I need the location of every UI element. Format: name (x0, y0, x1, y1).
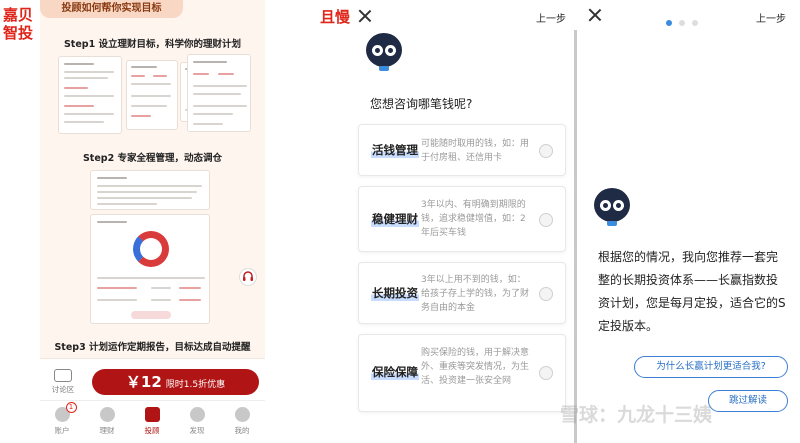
watermark: 雪球：九龙十三姨 (560, 404, 713, 426)
close-icon[interactable] (588, 8, 602, 22)
recommendation-message: 根据您的情况，我向您推荐一套完整的长期投资体系——长赢指数投资计划，您是每月定投… (598, 250, 786, 333)
bottom-tab-bar: 1 账户 理财 投顾 发现 我的 (40, 400, 265, 443)
chat-bubble-icon (54, 369, 72, 382)
rebalance-detail-card (90, 214, 210, 324)
panel-tag-jiabei: 嘉贝智投 (3, 6, 34, 42)
robo-advisor-avatar (594, 188, 630, 228)
panel-tag-qieman: 且慢 (320, 8, 351, 26)
tab-me-label: 我的 (234, 426, 250, 435)
step2-title: Step2 专家全程管理，动态调仓 (82, 153, 223, 164)
option-title: 稳健理财 (371, 211, 419, 227)
option-desc: 购买保险的钱，用于解决意外、重疾等突发情况，为生活、投资建一张安全网 (421, 348, 530, 386)
purchase-bar: 讨论区 ￥12 限时1.5折优惠 (40, 358, 265, 400)
goal-card-4 (187, 54, 251, 132)
step3-title: Step3 计划运作定期报告，目标达成自动提醒 (54, 342, 251, 353)
option-long-term-investment[interactable]: 长期投资 3年以上用不到的钱，如：给孩子存上学的钱，为了财务自由的本金 (358, 262, 566, 324)
divider-scrollbar (574, 30, 577, 443)
prev-step-button[interactable]: 上一步 (756, 10, 786, 25)
page-dot (679, 20, 685, 26)
account-icon: 1 (54, 402, 77, 422)
tab-account[interactable]: 1 账户 (42, 402, 82, 436)
rebalance-reason-card (90, 170, 210, 210)
buy-button[interactable]: ￥12 限时1.5折优惠 (92, 369, 259, 395)
page-dot (692, 20, 698, 26)
tab-advisor[interactable]: 投顾 (132, 407, 172, 436)
tab-wealth[interactable]: 理财 (87, 407, 127, 436)
tab-discover-label: 发现 (189, 426, 205, 435)
option-radio[interactable] (539, 287, 553, 301)
option-steady-wealth[interactable]: 稳健理财 3年以内、有明确到期限的钱，追求稳健增值，如：2年后买车钱 (358, 186, 566, 252)
option-title: 长期投资 (371, 285, 419, 301)
option-radio[interactable] (539, 144, 553, 158)
option-liquid-money[interactable]: 活钱管理 可能随时取用的钱，如：用于付房租、还信用卡 (358, 124, 566, 176)
customer-service-icon[interactable] (239, 268, 257, 286)
tab-wealth-label: 理财 (99, 426, 115, 435)
recommendation-panel: 上一步 根据您的情况，我向您推荐一套完整的长期投资体系——长赢指数投资计划，您是… (580, 0, 800, 443)
compass-icon (189, 407, 205, 422)
option-title: 保险保障 (371, 364, 419, 380)
question-text: 您想咨询哪笔钱呢? (370, 97, 473, 111)
jiabei-panel: 嘉贝智投 Step1 设立理财目标，科学你的理财计划 Step2 专家全程管理，… (0, 0, 273, 443)
buy-price: ￥12 (125, 373, 162, 391)
option-radio[interactable] (539, 366, 553, 380)
tab-account-label: 账户 (54, 426, 70, 435)
advisor-intro-content: Step1 设立理财目标，科学你的理财计划 Step2 专家全程管理，动态调仓 … (40, 0, 265, 358)
option-radio[interactable] (539, 213, 553, 227)
close-icon[interactable] (358, 9, 372, 23)
qieman-panel: 且慢 上一步 您想咨询哪笔钱呢? 活钱管理 可能随时取用的钱，如：用于付房租、还… (316, 0, 580, 443)
tab-discover[interactable]: 发现 (177, 407, 217, 436)
tab-me[interactable]: 我的 (222, 407, 262, 436)
step1-title: Step1 设立理财目标，科学你的理财计划 (63, 39, 242, 50)
notification-badge: 1 (65, 402, 77, 413)
advisor-icon (144, 407, 160, 422)
skip-explanation-button[interactable]: 跳过解读 (708, 390, 788, 412)
prev-step-button[interactable]: 上一步 (536, 10, 566, 25)
robo-advisor-avatar (366, 33, 402, 73)
goal-card-2 (126, 60, 178, 130)
option-insurance[interactable]: 保险保障 购买保险的钱，用于解决意外、重疾等突发情况，为生活、投资建一张安全网 (358, 334, 566, 412)
option-desc: 3年以内、有明确到期限的钱，追求稳健增值，如：2年后买车钱 (421, 200, 526, 238)
option-desc: 3年以上用不到的钱，如：给孩子存上学的钱，为了财务自由的本金 (421, 275, 530, 313)
page-dot-active (666, 20, 672, 26)
intro-banner: 投顾如何帮你实现目标 (40, 0, 183, 18)
option-title: 活钱管理 (371, 142, 419, 158)
tab-advisor-label: 投顾 (144, 426, 160, 435)
page-indicator (666, 11, 705, 30)
profile-icon (234, 407, 250, 422)
why-plan-button[interactable]: 为什么长赢计划更适合我? (634, 356, 788, 378)
goal-card-1 (58, 56, 122, 134)
forum-label: 讨论区 (51, 385, 75, 394)
forum-button[interactable]: 讨论区 (48, 369, 78, 395)
buy-discount-note: 限时1.5折优惠 (165, 380, 226, 390)
wealth-icon (99, 407, 115, 422)
option-desc: 可能随时取用的钱，如：用于付房租、还信用卡 (421, 139, 530, 163)
